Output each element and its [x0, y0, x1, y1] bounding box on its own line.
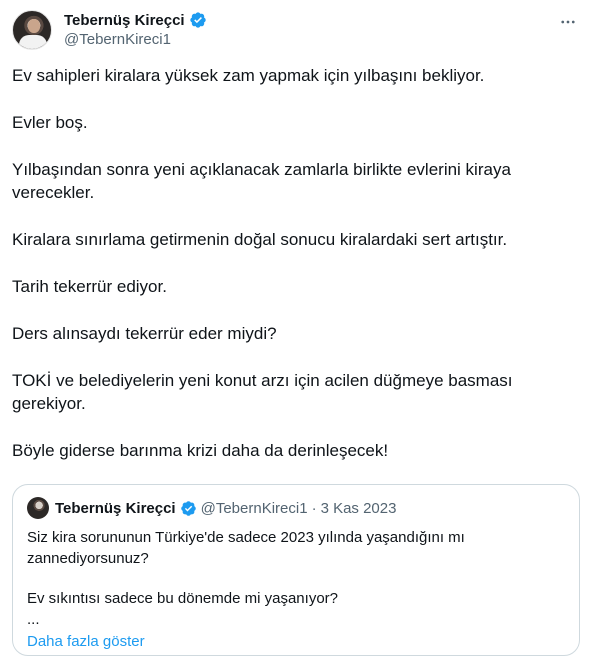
quoted-tweet-text: Siz kira sorununun Türkiye'de sadece 202…	[27, 527, 565, 630]
tweet-paragraph: TOKİ ve belediyelerin yeni konut arzı iç…	[12, 371, 513, 413]
tweet-paragraph: Kiralara sınırlama getirmenin doğal sonu…	[12, 230, 508, 249]
more-button[interactable]	[558, 12, 578, 32]
quoted-tweet-date[interactable]: 3 Kas 2023	[321, 500, 397, 517]
quoted-paragraph: Siz kira sorununun Türkiye'de sadece 202…	[27, 529, 465, 567]
quoted-paragraph: Ev sıkıntısı sadece bu dönemde mi yaşanı…	[27, 590, 338, 607]
quoted-tweet-header: Tebernüş Kireçci @TebernKireci1 · 3 Kas …	[27, 497, 565, 519]
tweet-paragraph: Evler boş.	[12, 113, 88, 132]
tweet-paragraph: Tarih tekerrür ediyor.	[12, 277, 167, 296]
tweet-paragraph: Böyle giderse barınma krizi daha da deri…	[12, 441, 389, 460]
quoted-author-handle: @TebernKireci1	[200, 499, 308, 517]
tweet-paragraph: Ev sahipleri kiralara yüksek zam yapmak …	[12, 66, 485, 85]
quoted-author-avatar	[27, 497, 49, 519]
tweet-text: Ev sahipleri kiralara yüksek zam yapmak …	[12, 64, 580, 486]
quoted-paragraph: ...	[27, 611, 40, 628]
verified-badge-icon	[180, 500, 196, 516]
author-handle[interactable]: @TebernKireci1	[64, 31, 207, 48]
tweet-paragraph: Ders alınsaydı tekerrür eder miydi?	[12, 324, 277, 343]
tweet-header: Tebernüş Kireçci @TebernKireci1	[12, 10, 582, 50]
quoted-author-name: Tebernüş Kireçci	[55, 499, 176, 517]
author-avatar[interactable]	[12, 10, 52, 50]
more-horizontal-icon	[561, 20, 575, 24]
show-more-link[interactable]: Daha fazla göster	[27, 632, 565, 652]
tweet-paragraph: Yılbaşından sonra yeni açıklanacak zamla…	[12, 160, 511, 202]
quoted-tweet[interactable]: Tebernüş Kireçci @TebernKireci1 · 3 Kas …	[12, 484, 580, 656]
author-info: Tebernüş Kireçci @TebernKireci1	[64, 10, 207, 48]
author-name[interactable]: Tebernüş Kireçci	[64, 12, 185, 29]
meta-separator: ·	[311, 499, 317, 517]
verified-badge-icon	[189, 12, 206, 28]
